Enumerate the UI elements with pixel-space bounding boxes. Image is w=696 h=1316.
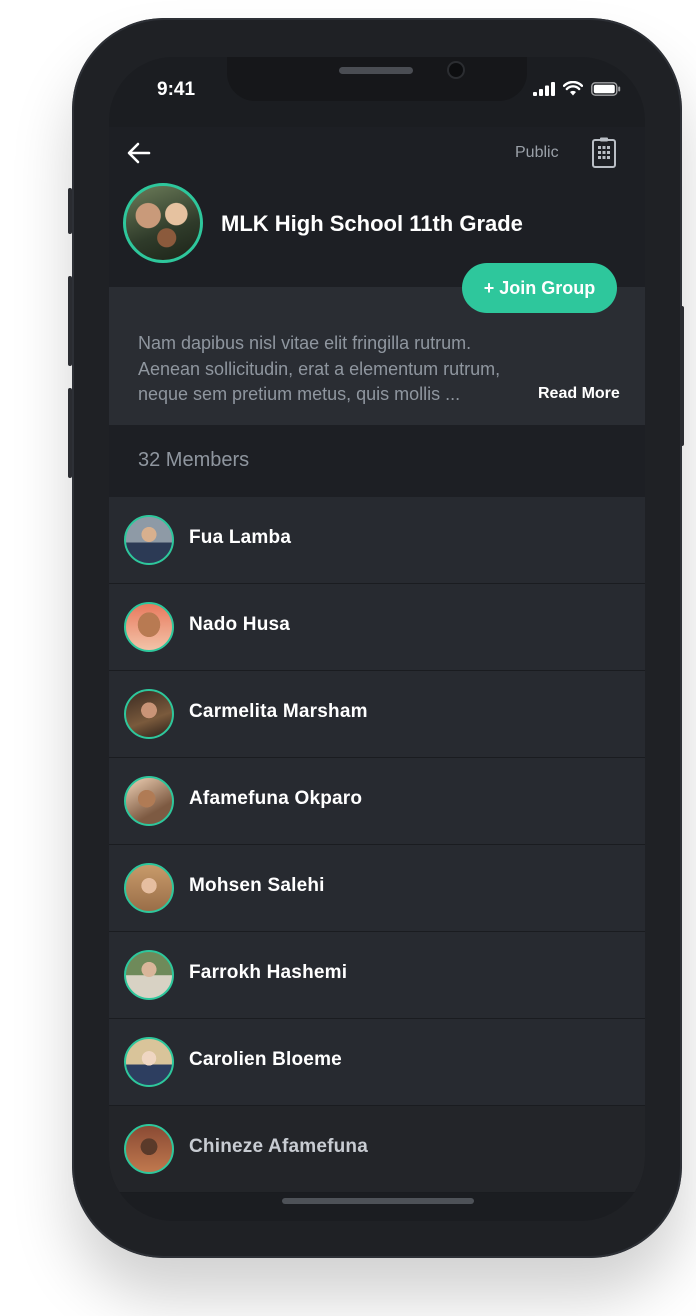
group-title: MLK High School 11th Grade [221, 211, 523, 236]
member-name: Nado Husa [189, 614, 291, 635]
status-time: 9:41 [157, 79, 196, 100]
join-group-button[interactable]: + Join Group [462, 263, 617, 313]
group-avatar [123, 183, 203, 263]
mute-switch [68, 188, 72, 234]
member-name: Carolien Bloeme [189, 1049, 342, 1070]
member-row[interactable]: Mohsen Salehi [109, 845, 645, 932]
front-camera [449, 63, 463, 77]
description-line: neque sem pretium metus, quis mollis ... [138, 384, 461, 404]
member-row[interactable]: Carmelita Marsham [109, 671, 645, 758]
volume-up-button [68, 276, 72, 366]
volume-down-button [68, 388, 72, 478]
notch [227, 57, 527, 101]
member-name: Chineze Afamefuna [189, 1136, 369, 1157]
status-icons [533, 81, 621, 96]
wifi-icon [563, 81, 583, 96]
member-avatar [124, 515, 174, 565]
member-avatar [124, 1124, 174, 1174]
members-count: 32 Members [138, 449, 250, 471]
members-header: 32 Members [109, 425, 645, 497]
battery-icon [591, 81, 621, 96]
member-avatar [124, 950, 174, 1000]
signal-icon [533, 81, 555, 96]
member-name: Carmelita Marsham [189, 701, 368, 722]
member-row[interactable]: Carolien Bloeme [109, 1019, 645, 1106]
member-avatar [124, 1037, 174, 1087]
speaker-grille [339, 67, 413, 74]
member-name: Mohsen Salehi [189, 875, 325, 896]
member-row[interactable]: Afamefuna Okparo [109, 758, 645, 845]
member-avatar [124, 863, 174, 913]
member-name: Afamefuna Okparo [189, 788, 363, 809]
member-row[interactable]: Nado Husa [109, 584, 645, 671]
building-icon[interactable] [591, 137, 617, 169]
app-screen: 9:41 Public MLK High School 11th Grade +… [109, 57, 645, 1221]
home-indicator[interactable] [282, 1198, 474, 1204]
description-text: Nam dapibus nisl vitae elit fringilla ru… [138, 331, 528, 408]
members-list: Fua Lamba Nado Husa Carmelita Marsham Af… [109, 497, 645, 1193]
member-name: Fua Lamba [189, 527, 292, 548]
visibility-label: Public [515, 144, 559, 161]
member-avatar [124, 689, 174, 739]
member-avatar [124, 602, 174, 652]
member-row[interactable]: Chineze Afamefuna [109, 1106, 645, 1193]
member-name: Farrokh Hashemi [189, 962, 348, 983]
description-line: Aenean sollicitudin, erat a elementum ru… [138, 358, 501, 379]
member-row[interactable]: Fua Lamba [109, 497, 645, 584]
member-avatar [124, 776, 174, 826]
back-arrow-icon[interactable] [125, 139, 153, 167]
member-row[interactable]: Farrokh Hashemi [109, 932, 645, 1019]
read-more-link[interactable]: Read More [538, 385, 620, 403]
power-button [680, 306, 684, 446]
description-line: Nam dapibus nisl vitae elit fringilla ru… [138, 333, 472, 353]
